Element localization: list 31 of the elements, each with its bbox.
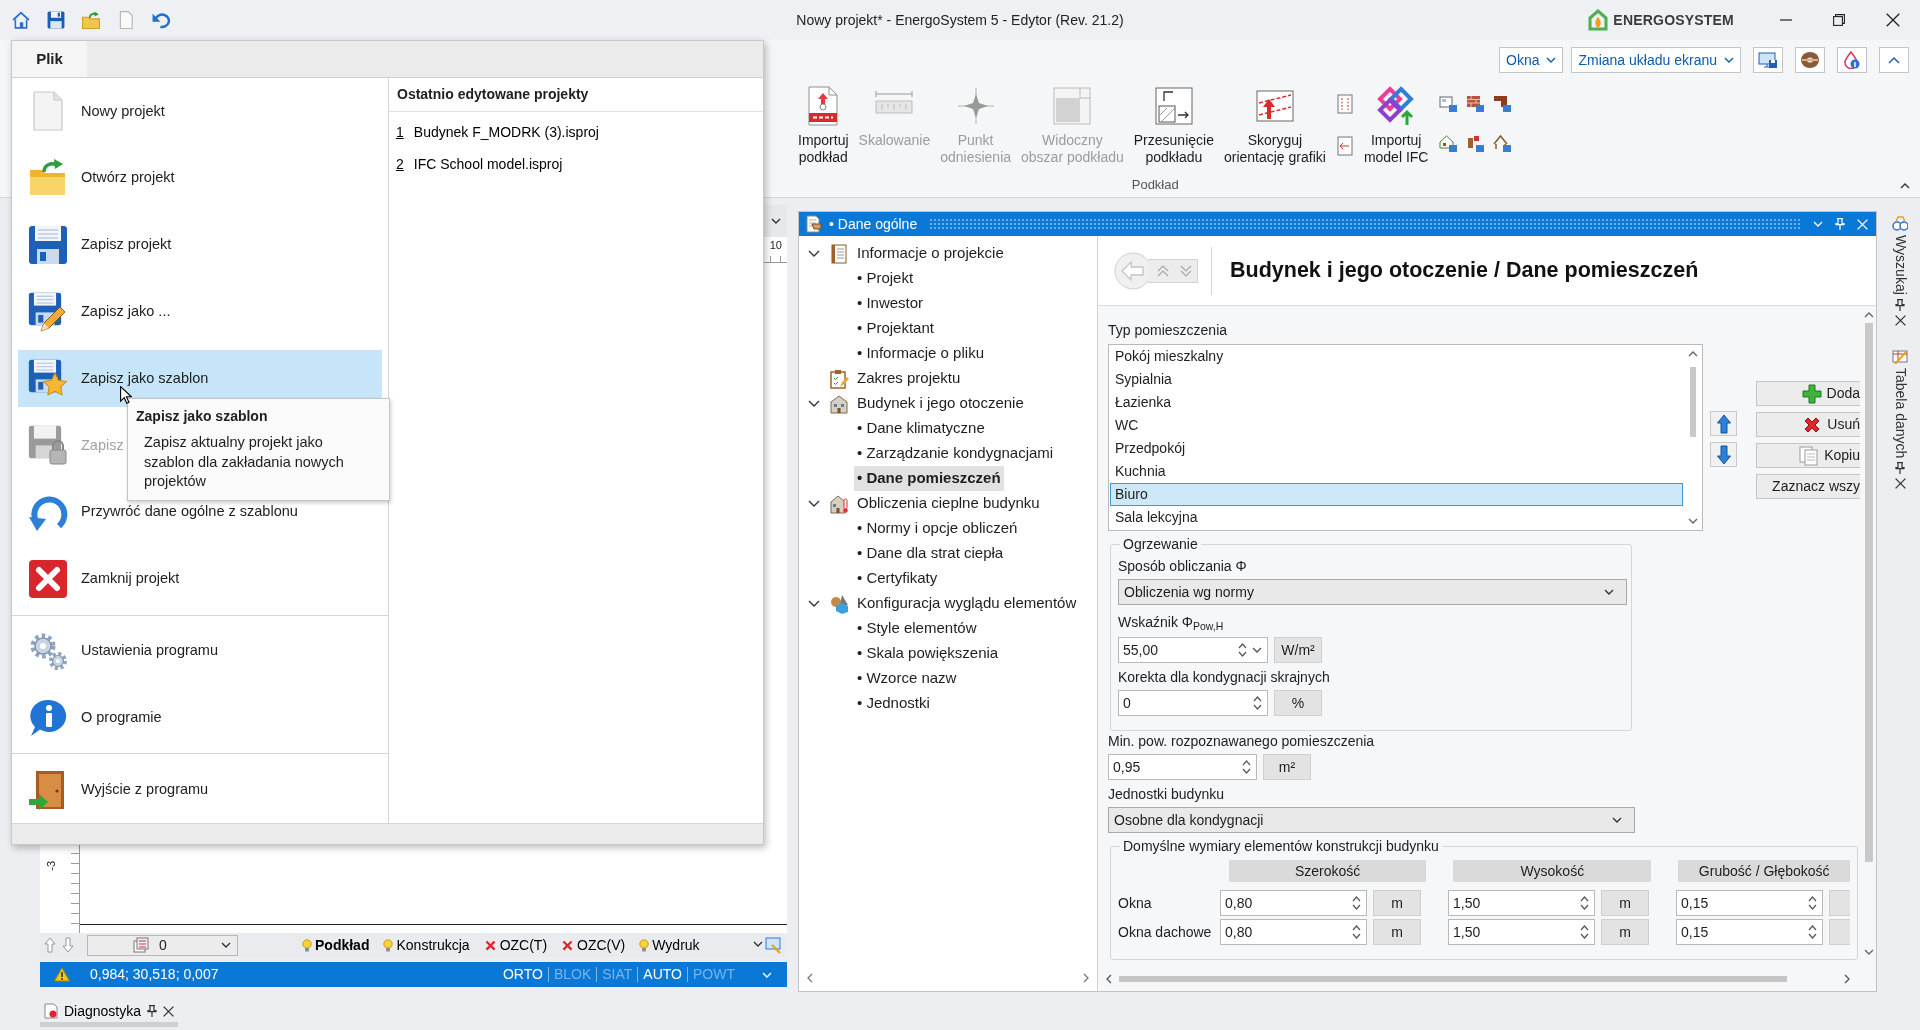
unit-label: % bbox=[1274, 690, 1322, 716]
window-title: Nowy projekt* - EnergoSystem 5 - Edytor (Rev. 21.2) bbox=[796, 10, 1124, 30]
column-header: Wysokość bbox=[1453, 860, 1652, 882]
logo-text: ENERGOSYSTEM bbox=[1613, 10, 1734, 30]
field-label: Jednostki budynku bbox=[1108, 785, 1225, 803]
unit-label: m bbox=[1373, 919, 1421, 945]
group-title: Domyślne wymiary elementów konstrukcji budynku bbox=[1122, 837, 1440, 855]
unit-label: m bbox=[1373, 890, 1421, 916]
unit-label: m bbox=[1601, 919, 1649, 945]
field-label: Sposób obliczania Φ bbox=[1118, 557, 1248, 575]
tooltip-text: Zapisz aktualny projekt jako szablon dla zakładania nowych projektów bbox=[144, 433, 345, 491]
coordinates-text: 0,984; 30,518; 0,007 bbox=[90, 965, 219, 984]
group-title: Ogrzewanie bbox=[1122, 535, 1199, 553]
ruler-label: -3 bbox=[45, 861, 57, 871]
field-label: Korekta dla kondygnacji skrajnych bbox=[1118, 668, 1331, 686]
unit-label: m bbox=[1601, 890, 1649, 916]
field-label: Min. pow. rozpoznawanego pomieszczenia bbox=[1108, 732, 1376, 750]
ruler-label: 10 bbox=[769, 239, 782, 251]
field-label: Wskaźnik Φ$_{Pow,H}$ bbox=[1118, 613, 1225, 631]
section-title: Ostatnio edytowane projekty bbox=[389, 78, 763, 112]
group-label: Podkład bbox=[1131, 176, 1179, 194]
unit-label: W/m² bbox=[1274, 637, 1322, 663]
row-label: Okna dachowe bbox=[1118, 922, 1213, 942]
panel-title: • Dane ogólne bbox=[829, 214, 918, 234]
unit-label: m² bbox=[1263, 754, 1311, 780]
tooltip-title: Zapisz jako szablon bbox=[136, 407, 269, 425]
page-title: Budynek i jego otoczenie / Dane pomieszczeń bbox=[1230, 257, 1699, 285]
row-label: Okna bbox=[1118, 893, 1153, 913]
column-header: Szerokość bbox=[1229, 860, 1427, 882]
field-label: Typ pomieszczenia bbox=[1108, 321, 1229, 339]
column-header: Grubość / Głębokość bbox=[1678, 860, 1850, 882]
